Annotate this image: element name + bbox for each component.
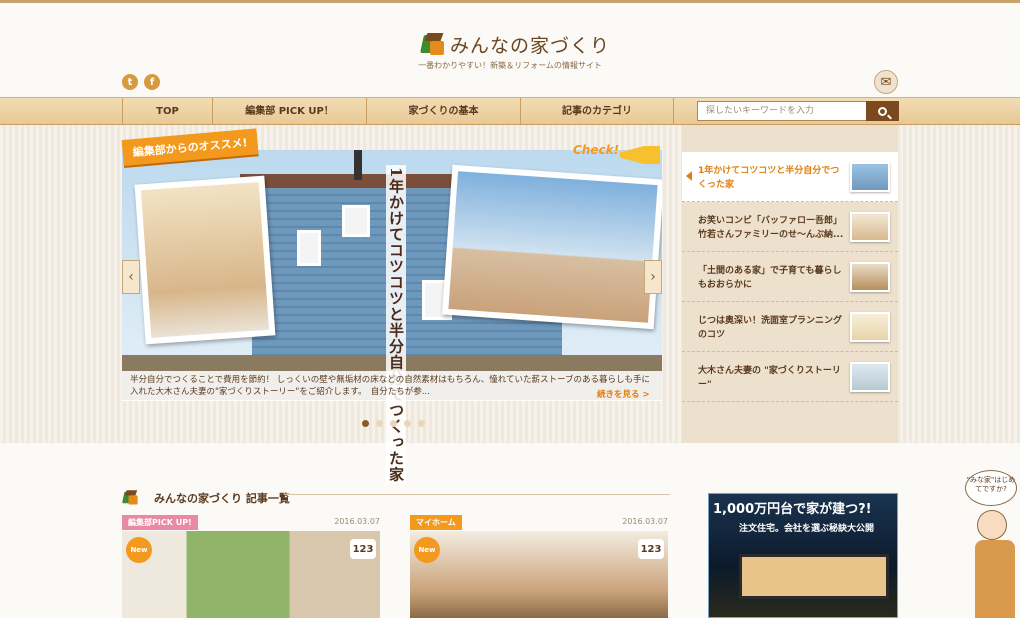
slider-dot[interactable]: [362, 420, 369, 427]
logo-mark-icon: [122, 490, 139, 506]
sidebar-item[interactable]: お笑いコンビ「バッファロー吾郎」竹若さんファミリーのせ〜んぶ納...: [682, 202, 898, 252]
section-title: みんなの家づくり 記事一覧: [122, 486, 290, 510]
sidebar-thumbnail: [850, 262, 890, 292]
mascot-bubble: "みな家"はじめてですか?: [965, 470, 1017, 506]
mascot-face-icon: [977, 510, 1007, 540]
view-count: 123: [638, 539, 664, 559]
category-tag[interactable]: 編集部PICK UP!: [122, 515, 198, 530]
mascot-widget[interactable]: "みな家"はじめてですか?: [965, 470, 1020, 618]
sidebar-thumbnail: [850, 212, 890, 242]
twitter-icon[interactable]: t: [122, 74, 138, 90]
slider-prev-button[interactable]: ‹: [122, 260, 140, 294]
ad-subtitle: 注文住宅。会社を選ぶ秘訣大公開: [739, 524, 875, 534]
ad-banner[interactable]: 1,000万円台で家が建つ?! 注文住宅。会社を選ぶ秘訣大公開: [708, 493, 898, 618]
section-divider: [285, 494, 670, 495]
social-links: t f: [122, 74, 160, 90]
article-image: [410, 531, 668, 618]
slide-photo-interior: [134, 175, 276, 345]
article-card[interactable]: マイホーム 2016.03.07 New 123: [410, 515, 668, 618]
slider-dot[interactable]: [376, 420, 383, 427]
mascot-body: [975, 540, 1015, 618]
nav-item-top[interactable]: TOP: [122, 98, 212, 125]
slider-next-button[interactable]: ›: [644, 260, 662, 294]
sidebar-item[interactable]: 「土間のある家」で子育ても暮らしもおおらかに: [682, 252, 898, 302]
nav-item-basics[interactable]: 家づくりの基本: [366, 98, 520, 125]
slider-dots: [362, 420, 425, 427]
slider-dot[interactable]: [390, 420, 397, 427]
slide-headline: 1年かけてコツコツと半分自分でつくった家: [386, 165, 406, 485]
check-label: Check!: [573, 143, 620, 157]
site-tagline: 一番わかりやすい！新築＆リフォームの情報サイト: [418, 61, 602, 70]
slide-photo-couple: [442, 164, 662, 330]
article-date: 2016.03.07: [622, 517, 668, 526]
ad-headline: 1,000万円台で家が建つ?!: [713, 502, 872, 517]
slider-dot[interactable]: [418, 420, 425, 427]
article-card[interactable]: 編集部PICK UP! 2016.03.07 New 123: [122, 515, 380, 618]
nav-item-categories[interactable]: 記事のカテゴリ: [520, 98, 674, 125]
new-badge: New: [126, 537, 152, 563]
active-caret-icon: [686, 171, 692, 181]
article-date: 2016.03.07: [334, 517, 380, 526]
sidebar-item[interactable]: じつは奥深い！洗面室プランニングのコツ: [682, 302, 898, 352]
sidebar-thumbnail: [850, 312, 890, 342]
article-image: [122, 531, 380, 618]
search-button[interactable]: [866, 101, 899, 121]
site-header: みんなの家づくり 一番わかりやすい！新築＆リフォームの情報サイト t f ✉: [0, 3, 1020, 99]
ad-house-image: [739, 554, 889, 599]
nav-item-pickup[interactable]: 編集部 PICK UP！: [212, 98, 366, 125]
logo-mark-icon: [420, 32, 446, 57]
mail-icon[interactable]: ✉: [874, 70, 898, 94]
logo-text: みんなの家づくり: [450, 35, 611, 57]
search-input[interactable]: 探したいキーワードを入力: [697, 101, 867, 121]
sidebar-item[interactable]: 1年かけてコツコツと半分自分でつくった家: [682, 152, 898, 202]
slide-caption: 半分自分でつくることで費用を節約！ しっくいの壁や無垢材の床などの自然素材はもち…: [122, 371, 662, 401]
category-tag[interactable]: マイホーム: [410, 515, 462, 530]
read-more-link[interactable]: 続きを見る >: [597, 388, 650, 400]
search-icon: [878, 106, 887, 116]
sidebar-thumbnail: [850, 162, 890, 192]
slider-dot[interactable]: [404, 420, 411, 427]
sidebar-item[interactable]: 大木さん夫妻の "家づくりストーリー": [682, 352, 898, 402]
view-count: 123: [350, 539, 376, 559]
new-badge: New: [414, 537, 440, 563]
site-logo[interactable]: みんなの家づくり: [420, 31, 610, 58]
sidebar-thumbnail: [850, 362, 890, 392]
facebook-icon[interactable]: f: [144, 74, 160, 90]
